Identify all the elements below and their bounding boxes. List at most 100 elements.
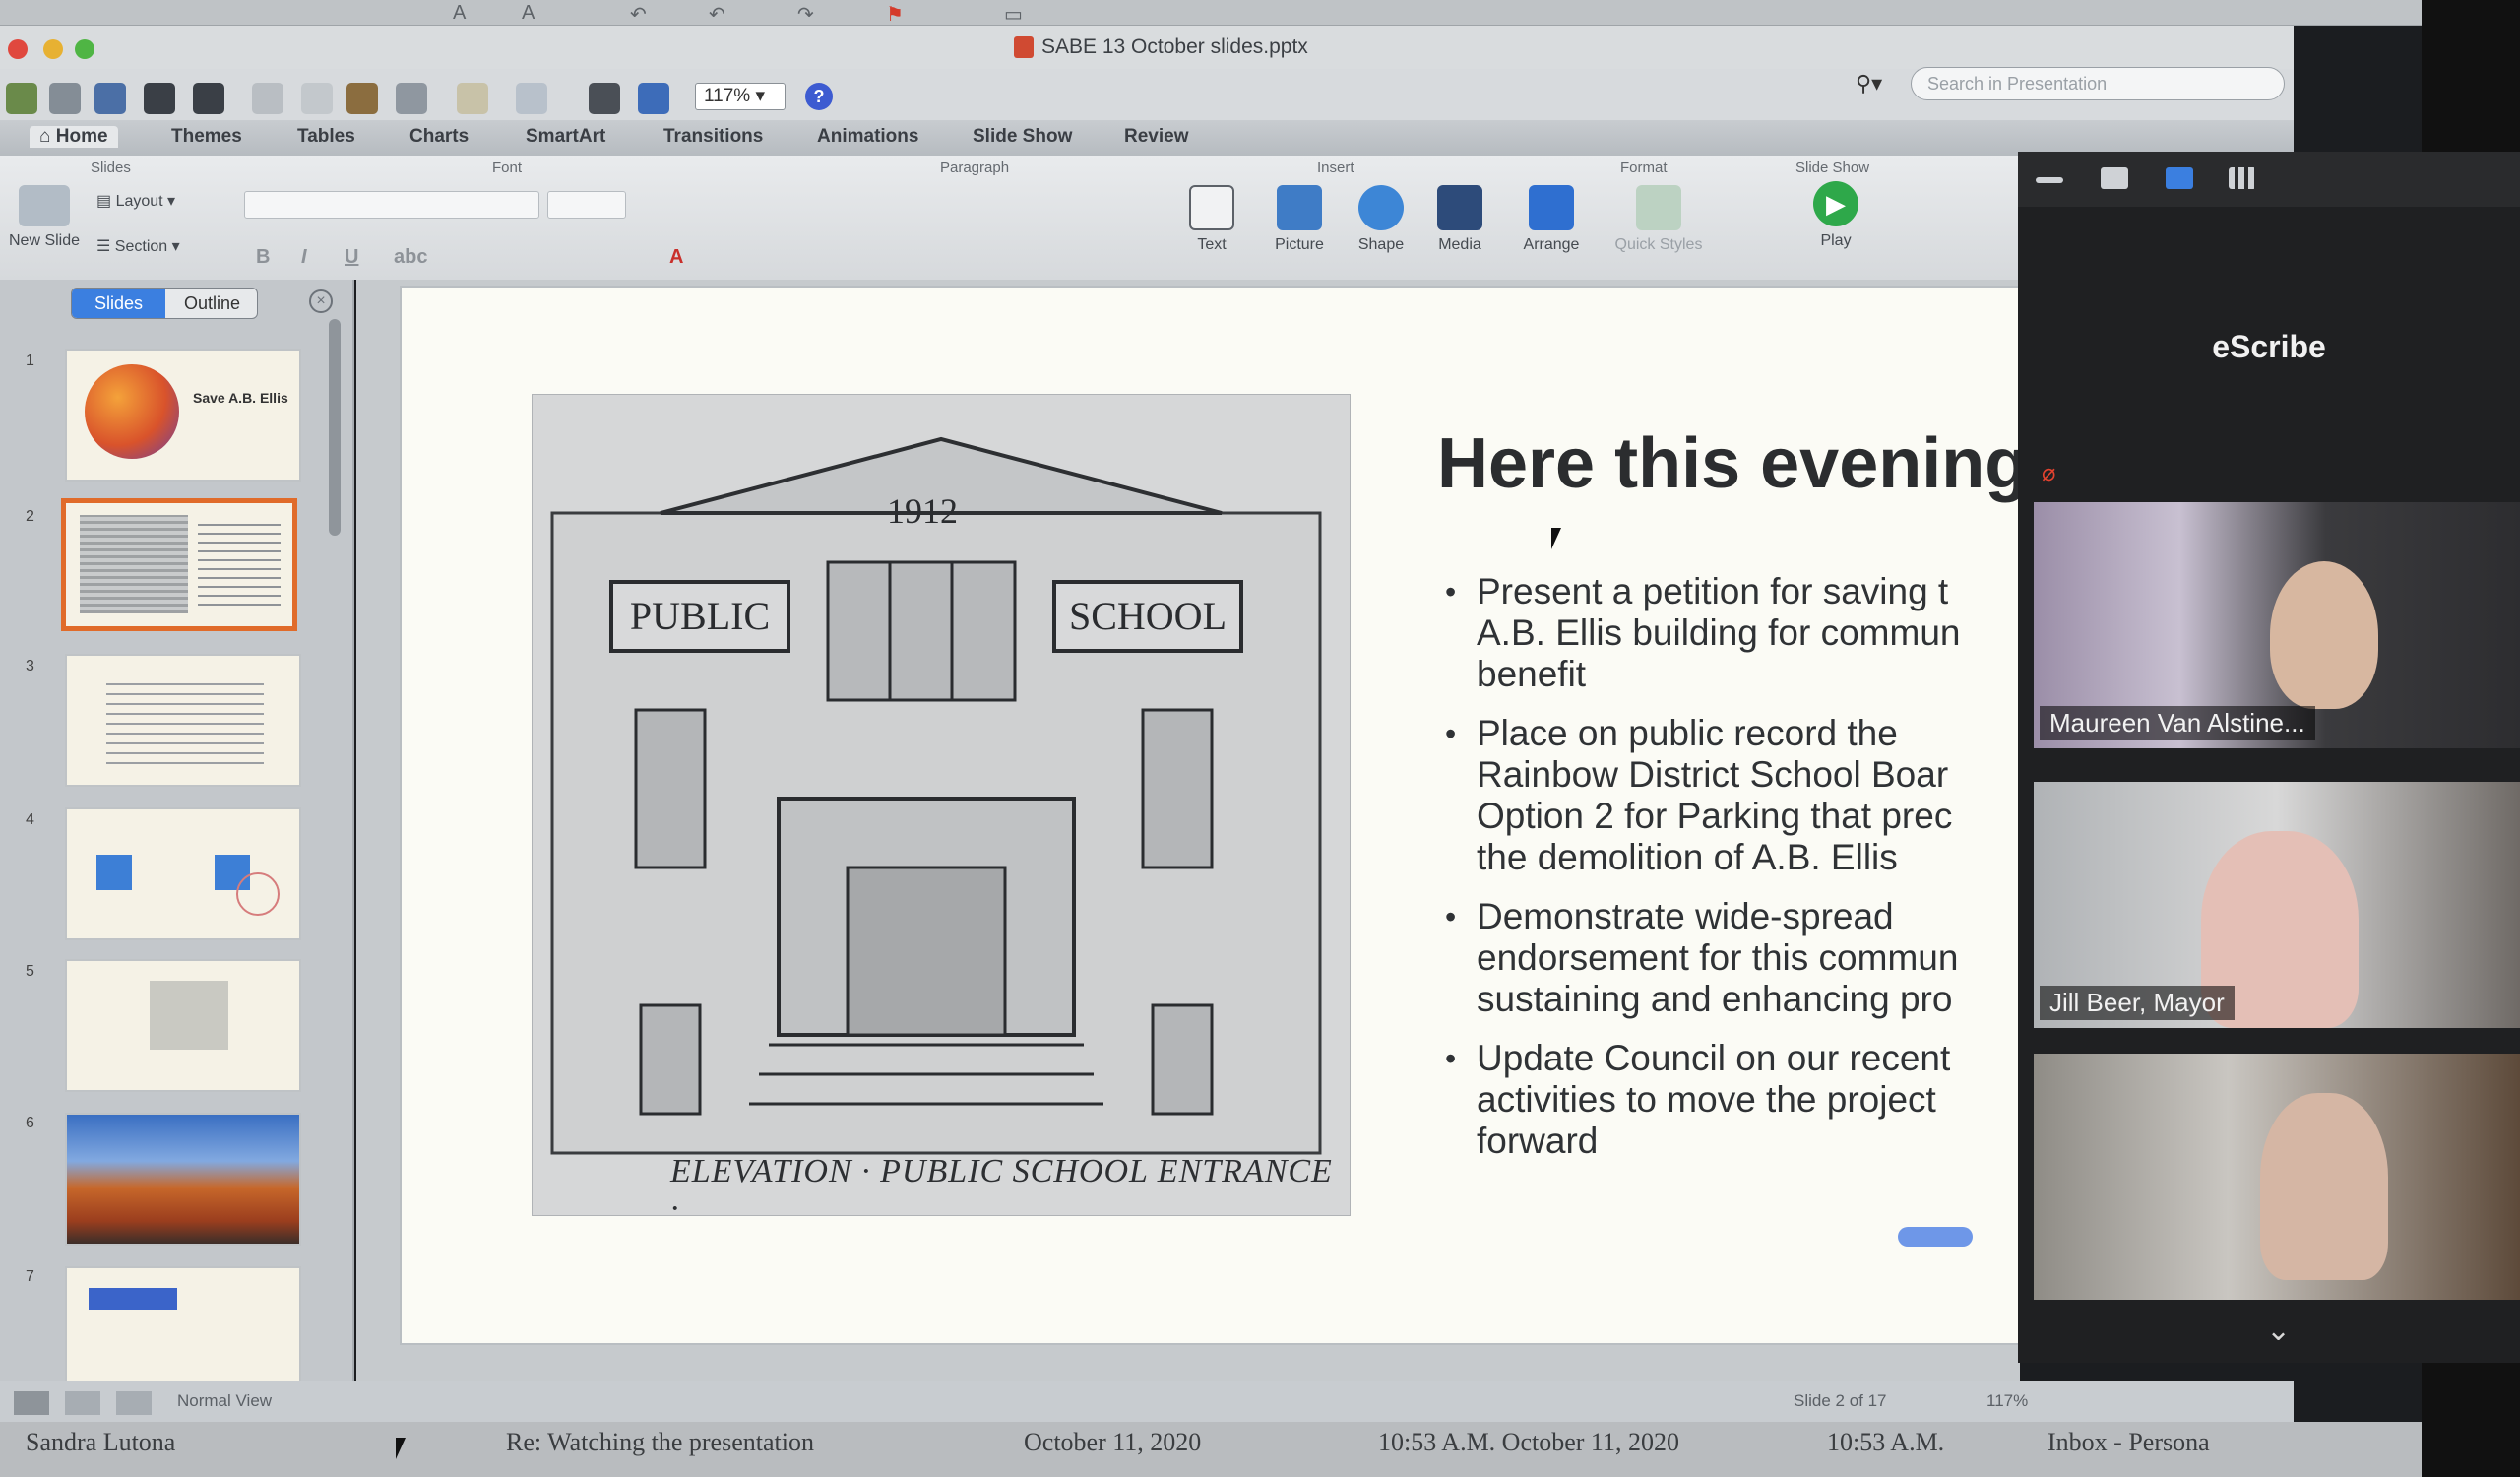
slide-thumbnail-5[interactable]	[65, 959, 301, 1092]
participant-tile[interactable]: Maureen Van Alstine...	[2034, 502, 2520, 748]
copy-icon[interactable]	[301, 83, 333, 114]
font-name-field[interactable]	[244, 191, 539, 219]
zoom-value: 117%	[704, 86, 751, 106]
italic-button[interactable]: I	[301, 246, 307, 269]
play-icon: ▶	[1813, 181, 1858, 226]
new-slide-button[interactable]: New Slide	[2, 185, 87, 250]
quick-styles-icon	[1636, 185, 1681, 230]
zoom-window-button[interactable]	[75, 39, 94, 59]
grid-view-icon[interactable]	[2229, 167, 2256, 189]
minimize-window-button[interactable]	[43, 39, 63, 59]
help-icon[interactable]: ?	[805, 83, 833, 110]
participant-name: Jill Beer, Mayor	[2040, 986, 2235, 1020]
mouse-pointer-icon	[396, 1438, 415, 1459]
undo-icon: ↶	[630, 4, 647, 26]
close-icon[interactable]: ×	[309, 289, 333, 313]
font-size-field[interactable]	[547, 191, 626, 219]
tab-slide-show[interactable]: Slide Show	[973, 126, 1072, 148]
normal-view-icon[interactable]	[14, 1391, 49, 1415]
slide-thumbnail-3[interactable]	[65, 654, 301, 787]
section-button[interactable]: ☰ Section ▾	[96, 236, 224, 256]
participant-avatar	[2270, 561, 2378, 709]
slide-bullet-list[interactable]: Present a petition for saving t A.B. Ell…	[1445, 571, 2036, 1180]
redo-icon[interactable]	[516, 83, 547, 114]
participant-tile[interactable]: Jill Beer, Mayor	[2034, 782, 2520, 1028]
new-icon[interactable]	[6, 83, 37, 114]
thumb-text-lines	[198, 517, 281, 606]
search-box: ⚲▾ Search in Presentation	[1856, 67, 2289, 100]
slide-thumbnail-2[interactable]	[61, 498, 297, 631]
insert-picture-button[interactable]: Picture	[1262, 185, 1337, 254]
new-slide-label: New Slide	[8, 232, 81, 249]
active-speaker-name: eScribe	[2212, 329, 2326, 364]
mail-date: October 11, 2020	[1024, 1428, 1202, 1456]
tab-smartart[interactable]: SmartArt	[526, 126, 605, 148]
group-label-format: Format	[1620, 160, 1668, 176]
bold-button[interactable]: B	[256, 246, 270, 269]
group-label-paragraph: Paragraph	[940, 160, 1010, 176]
quick-styles-button[interactable]: Quick Styles	[1605, 185, 1713, 254]
tab-themes[interactable]: Themes	[171, 126, 242, 148]
tab-review[interactable]: Review	[1124, 126, 1188, 148]
gallery-icon[interactable]	[638, 83, 669, 114]
close-window-button[interactable]	[8, 39, 28, 59]
slide-sorter-icon[interactable]	[65, 1391, 100, 1415]
group-label-insert: Insert	[1317, 160, 1354, 176]
thumbnail-scrollbar[interactable]	[329, 319, 341, 536]
tab-transitions[interactable]: Transitions	[663, 126, 763, 148]
play-button[interactable]: ▶ Play	[1801, 181, 1870, 250]
participant-avatar	[2260, 1093, 2388, 1280]
slide-thumbnail-6[interactable]	[65, 1113, 301, 1246]
thumb-number: 4	[26, 811, 34, 828]
notes-view-icon[interactable]	[116, 1391, 152, 1415]
templates-icon[interactable]	[49, 83, 81, 114]
document-title: SABE 13 October slides.pptx	[1014, 35, 1308, 59]
save-icon[interactable]	[144, 83, 175, 114]
group-label-font: Font	[492, 160, 523, 176]
layout-button[interactable]: ▤ Layout ▾	[96, 191, 224, 211]
strikethrough-button[interactable]: abc	[394, 246, 427, 269]
speaker-view-icon[interactable]	[2166, 167, 2193, 189]
slide-thumbnail-7[interactable]	[65, 1266, 301, 1399]
thumb-parking-map-a	[96, 855, 132, 890]
pptx-file-icon	[1014, 36, 1034, 59]
tab-animations[interactable]: Animations	[817, 126, 918, 148]
search-icon[interactable]: ⚲▾	[1856, 71, 1882, 96]
bullet-line: sustaining and enhancing pro	[1477, 979, 1953, 1019]
flag-icon: ⚑	[886, 4, 904, 26]
undo-icon[interactable]	[457, 83, 488, 114]
slide-title[interactable]: Here this evening	[1437, 423, 2028, 504]
thumb-floor-plan	[150, 981, 228, 1050]
tab-outline[interactable]: Outline	[165, 289, 257, 318]
tab-home[interactable]: ⌂ Home	[30, 126, 118, 148]
search-input[interactable]: Search in Presentation	[1911, 67, 2285, 100]
status-zoom: 117%	[1986, 1391, 2029, 1410]
tab-charts[interactable]: Charts	[410, 126, 469, 148]
underline-button[interactable]: U	[345, 246, 358, 269]
paste-icon[interactable]	[346, 83, 378, 114]
open-icon[interactable]	[94, 83, 126, 114]
slide-thumbnail-4[interactable]	[65, 807, 301, 940]
insert-media-button[interactable]: Media	[1425, 185, 1494, 254]
format-painter-icon[interactable]	[396, 83, 427, 114]
zoom-select[interactable]: 117% ▾	[695, 83, 786, 110]
insert-shape-button[interactable]: Shape	[1347, 185, 1416, 254]
tab-slides[interactable]: Slides	[72, 289, 165, 318]
minimize-icon[interactable]	[2036, 177, 2063, 183]
gallery-toggle-icon[interactable]	[2101, 167, 2128, 189]
tab-tables[interactable]: Tables	[297, 126, 355, 148]
arrange-button[interactable]: Arrange	[1512, 185, 1591, 254]
cut-icon[interactable]	[252, 83, 284, 114]
forward-icon: ↷	[797, 4, 814, 26]
slide-thumbnail-1[interactable]: Save A.B. Ellis	[65, 349, 301, 482]
chevron-down-icon[interactable]: ⌄	[2266, 1314, 2291, 1348]
bullet-item: Update Council on our recent activities …	[1445, 1038, 2036, 1162]
font-color-button[interactable]: A	[669, 246, 683, 269]
bullet-line: Rainbow District School Boar	[1477, 754, 1949, 795]
print-icon[interactable]	[193, 83, 224, 114]
participant-tile[interactable]	[2034, 1054, 2520, 1300]
insert-text-button[interactable]: Text	[1177, 185, 1246, 254]
view-name: Normal View	[177, 1391, 273, 1410]
sidebar-toggle-icon[interactable]	[589, 83, 620, 114]
reply-all-icon: ↶	[709, 4, 725, 26]
